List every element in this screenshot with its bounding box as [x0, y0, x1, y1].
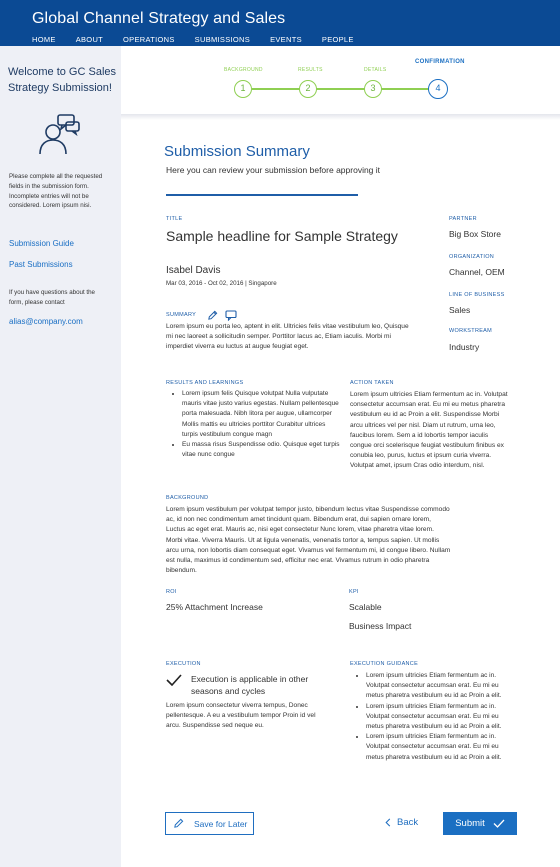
step-label-confirmation: CONFIRMATION: [415, 59, 465, 65]
summary-text: Lorem ipsum eu porta leo, aptent in elit…: [166, 323, 409, 351]
execution-check-text: Execution is applicable in other seasons…: [191, 674, 309, 696]
back-button[interactable]: Back: [385, 817, 418, 828]
welcome-text: Welcome to GC Sales Strategy Submission!: [8, 66, 117, 94]
execution-guidance-list: Lorem ipsum ultricies Etiam fermentum ac…: [354, 671, 504, 763]
sidebar: Welcome to GC Sales Strategy Submission!…: [0, 46, 121, 867]
results-list: Lorem ipsum felis Quisque volutpat Nulla…: [170, 389, 340, 460]
workstream-label: WORKSTREAM: [449, 328, 493, 334]
organization-label: ORGANIZATION: [449, 254, 495, 260]
save-for-later-label: Save for Later: [194, 818, 248, 829]
past-submissions-link[interactable]: Past Submissions: [9, 260, 73, 269]
action-taken-label: ACTION TAKEN: [350, 380, 394, 386]
chevron-left-icon: [385, 818, 391, 827]
sidebar-instructions: Please complete all the requested fields…: [9, 173, 103, 210]
checkmark-icon: [166, 674, 182, 686]
title-label: TITLE: [166, 216, 183, 222]
stepper-line: [252, 88, 437, 90]
submission-meta: Mar 03, 2016 - Oct 02, 2016 | Singapore: [166, 280, 277, 287]
partner-label: PARTNER: [449, 216, 477, 222]
background-label: BACKGROUND: [166, 495, 209, 501]
stepper-divider: [121, 114, 560, 120]
execution-label: EXECUTION: [166, 661, 201, 667]
kpi-value-business-impact: Business Impact: [349, 621, 412, 631]
check-icon: [493, 819, 505, 828]
list-item: Lorem ipsum ultricies Etiam fermentum ac…: [366, 702, 504, 733]
list-item: Lorem ipsum ultricies Etiam fermentum ac…: [366, 732, 504, 763]
organization-value: Channel, OEM: [449, 267, 505, 277]
submission-title: Sample headline for Sample Strategy: [166, 228, 398, 244]
save-for-later-button[interactable]: Save for Later: [165, 812, 254, 835]
app-title: Global Channel Strategy and Sales: [32, 10, 286, 27]
step-label-details: DETAILS: [364, 67, 387, 73]
workstream-value: Industry: [449, 342, 480, 352]
summary-label: SUMMARY: [166, 312, 197, 318]
list-item: Lorem ipsum felis Quisque volutpat Nulla…: [182, 389, 340, 440]
step-label-results: RESULTS: [298, 67, 323, 73]
action-taken-text: Lorem ipsum ultricies Etiam fermentum ac…: [350, 391, 508, 470]
roi-value: 25% Attachment Increase: [166, 602, 263, 612]
kpi-label: KPI: [349, 589, 359, 595]
contact-email-link[interactable]: alias@company.com: [9, 317, 83, 326]
step-4[interactable]: 4: [428, 79, 448, 99]
line-of-business-value: Sales: [449, 305, 471, 315]
submit-label: Submit: [455, 818, 485, 829]
step-label-background: BACKGROUND: [224, 67, 263, 73]
step-1[interactable]: 1: [234, 80, 252, 98]
contact-note: If you have questions about the form, pl…: [9, 289, 95, 306]
step-3[interactable]: 3: [364, 80, 382, 98]
partner-value: Big Box Store: [449, 229, 501, 239]
author-name: Isabel Davis: [166, 265, 221, 276]
title-underline: [166, 194, 358, 196]
submission-guide-link[interactable]: Submission Guide: [9, 239, 74, 248]
page-title: Submission Summary: [164, 143, 310, 160]
edit-icon[interactable]: [207, 310, 218, 321]
list-item: Lorem ipsum ultricies Etiam fermentum ac…: [366, 671, 504, 702]
background-text: Lorem ipsum vestibulum per volutpat temp…: [166, 506, 451, 575]
pencil-icon: [174, 818, 184, 828]
execution-text: Lorem ipsum consectetur viverra tempus, …: [166, 702, 316, 730]
execution-guidance-label: EXECUTION GUIDANCE: [350, 661, 419, 667]
back-label: Back: [397, 817, 419, 828]
progress-stepper: BACKGROUND 1 RESULTS 2 DETAILS 3 CONFIRM…: [121, 46, 560, 114]
kpi-value-scalable: Scalable: [349, 602, 382, 612]
user-chat-icon: [39, 114, 80, 155]
submit-button[interactable]: Submit: [443, 812, 517, 835]
list-item: Eu massa risus Suspendisse odio. Quisque…: [182, 440, 340, 460]
top-header: Global Channel Strategy and Sales HOME A…: [0, 0, 560, 47]
comment-icon[interactable]: [225, 310, 237, 321]
roi-label: ROI: [166, 589, 177, 595]
results-label: RESULTS AND LEARNINGS: [166, 380, 244, 386]
line-of-business-label: LINE OF BUSINESS: [449, 292, 505, 298]
page-subtitle: Here you can review your submission befo…: [166, 165, 381, 175]
step-2[interactable]: 2: [299, 80, 317, 98]
